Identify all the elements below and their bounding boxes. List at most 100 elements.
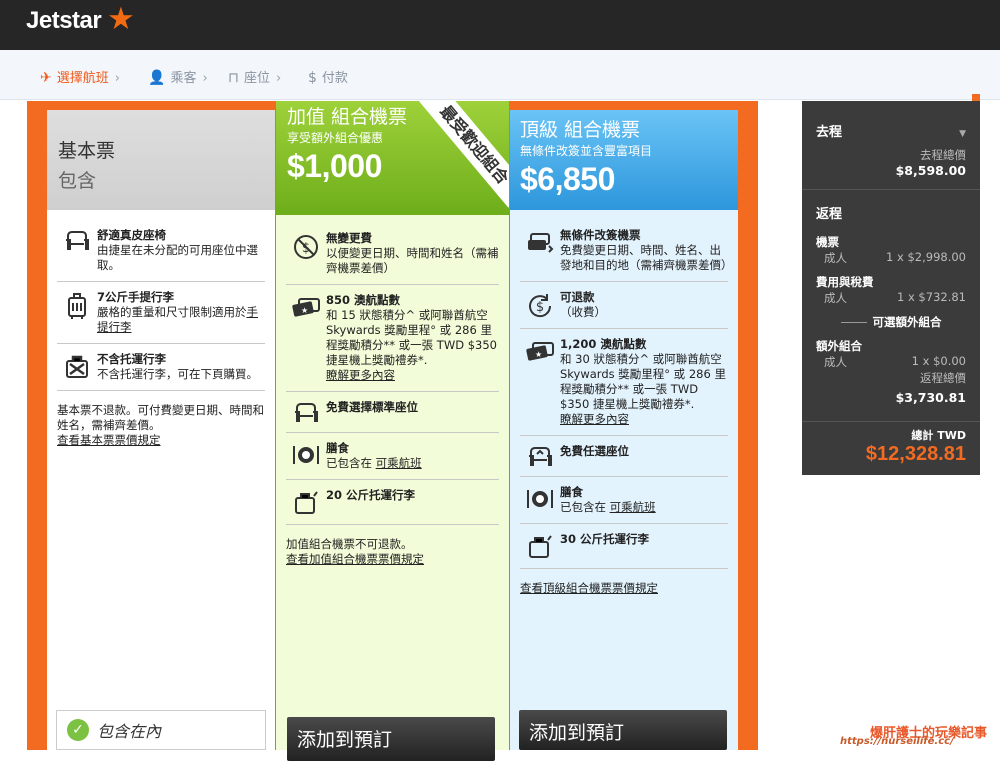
basic-header: 基本票 包含	[47, 110, 275, 210]
step-seats[interactable]: ⊓ 座位 ›	[228, 67, 281, 86]
feature-text: 和 30 狀態積分^ 或阿聯酋航空 Skywards 獎勵里程° 或 286 里…	[560, 352, 726, 411]
fare-label: 機票	[816, 235, 839, 249]
feature-item: 7公斤手提行李 嚴格的重量和尺寸限制適用於手提行李	[57, 282, 265, 344]
feature-item: ★ 1,200 澳航點數和 30 狀態積分^ 或阿聯酋航空 Skywards 獎…	[520, 329, 728, 436]
caret-down-icon[interactable]: ▼	[959, 129, 966, 139]
max-header: 頂級 組合機票 無條件改簽並含豐富項目 $6,850	[510, 110, 738, 210]
feature-title: 膳食	[326, 441, 349, 455]
price-summary-panel: 去程 ▼ 去程總價 $8,598.00 返程 機票 成人 1 x $2,998.0…	[802, 101, 980, 475]
max-title: 頂級 組合機票	[520, 119, 641, 141]
step-label: 乘客	[170, 71, 197, 86]
eligible-flights-link[interactable]: 可乘航班	[610, 500, 656, 514]
basic-note: 基本票不退款。可付費變更日期、時間和姓名，需補齊差價。 查看基本票票價規定	[57, 403, 265, 448]
airplane-icon: ✈	[40, 70, 52, 86]
feature-item: 免費選擇標準座位	[286, 392, 499, 433]
feature-item: 不含托運行李 不含托運行李，可在下頁購買。	[57, 344, 265, 391]
addons-heading: 可選額外組合	[802, 314, 980, 330]
feature-item: 無條件改簽機票 免費變更日期、時間、姓名、出發地和目的地（需補齊機票差價）	[520, 220, 733, 282]
dollar-icon: $	[308, 70, 317, 86]
seat-icon	[286, 400, 326, 424]
fare-value: 1 x $2,998.00	[886, 250, 966, 264]
max-rules-link[interactable]: 查看頂級組合機票票價規定	[520, 581, 728, 596]
top-bar: Jetstar ★	[0, 0, 1000, 50]
plus-header: 加值 組合機票 享受額外組合優惠 $1,000 最受歡迎組合	[276, 101, 509, 215]
grand-total-label: 總計 TWD	[911, 429, 966, 442]
feature-item: $ 無變更費 以便變更日期、時間和姓名（需補齊機票差價）	[286, 223, 499, 285]
max-desc: 無條件改簽並含豐富項目	[520, 144, 653, 158]
plus-note: 加值組合機票不可退款。 查看加值組合機票票價規定	[286, 537, 499, 567]
tax-label: 費用與稅費	[816, 275, 874, 289]
feature-item: 膳食 已包含在 可乘航班	[286, 433, 499, 480]
seat-icon	[57, 228, 97, 252]
basic-rules-link[interactable]: 查看基本票票價規定	[57, 433, 265, 448]
feature-title: 20 公斤托運行李	[326, 488, 416, 502]
meal-icon	[520, 485, 560, 511]
step-label: 座位	[243, 71, 270, 86]
return-total-label: 返程總價	[920, 371, 966, 385]
feature-title: 可退款	[560, 290, 595, 304]
checked-bag-icon	[520, 532, 560, 560]
addon-value: 1 x $0.00	[911, 354, 966, 368]
feature-title: 膳食	[560, 485, 583, 499]
pax-label: 成人	[824, 291, 847, 305]
feature-title: 無條件改簽機票	[560, 228, 641, 242]
return-title: 返程	[816, 207, 843, 222]
learn-more-link[interactable]: 瞭解更多內容	[560, 412, 629, 426]
plus-rules-link[interactable]: 查看加值組合機票票價規定	[286, 552, 499, 567]
feature-text: 不含托運行李，可在下頁購買。	[97, 367, 258, 381]
note-text: 加值組合機票不可退款。	[286, 537, 413, 551]
tax-row: 成人 1 x $732.81	[802, 290, 980, 306]
feature-title: 舒適真皮座椅	[97, 228, 166, 242]
feature-item: 20 公斤托運行李	[286, 480, 499, 525]
summary-accent	[972, 94, 980, 101]
feature-item: 膳食 已包含在 可乘航班	[520, 477, 728, 524]
included-badge: ✓ 包含在內	[56, 710, 266, 750]
feature-item: 免費任選座位	[520, 436, 728, 477]
jetstar-logo[interactable]: Jetstar	[26, 7, 102, 35]
svg-text:★: ★	[301, 306, 308, 315]
addon-row: 成人 1 x $0.00	[802, 354, 980, 370]
blog-watermark: 爆肝護士的玩樂記事 https://nurseilife.cc/	[800, 720, 990, 748]
step-passengers[interactable]: 👤 乘客 ›	[148, 67, 208, 86]
learn-more-link[interactable]: 瞭解更多內容	[326, 368, 395, 382]
svg-text:$: $	[536, 300, 544, 315]
outbound-title: 去程	[816, 125, 843, 140]
tax-value: 1 x $732.81	[897, 290, 966, 304]
no-fee-icon: $	[286, 231, 326, 261]
refund-icon: $	[520, 290, 560, 320]
feature-title: 30 公斤托運行李	[560, 532, 650, 546]
step-select-flight[interactable]: ✈ 選擇航班 ›	[40, 67, 120, 86]
voucher-icon: ★	[520, 337, 560, 363]
step-label: 付款	[321, 71, 348, 86]
feature-text: 和 15 狀態積分^ 或阿聯酋航空 Skywards 獎勵里程° 或 286 里…	[326, 308, 497, 367]
feature-text: 以便變更日期、時間和姓名（需補齊機票差價）	[326, 246, 499, 275]
watermark-url: https://nurseilife.cc/	[840, 736, 954, 747]
plus-title: 加值 組合機票	[287, 106, 408, 128]
feature-title: 免費任選座位	[560, 444, 629, 458]
fare-column-plus: 加值 組合機票 享受額外組合優惠 $1,000 最受歡迎組合 $ 無變更費 以便變…	[276, 101, 509, 761]
feature-item: $ 可退款 （收費）	[520, 282, 728, 329]
feature-text: 免費變更日期、時間、姓名、出發地和目的地（需補齊機票差價）	[560, 243, 733, 272]
fare-row: 成人 1 x $2,998.00	[802, 250, 980, 266]
chevron-right-icon: ›	[275, 71, 282, 86]
meal-icon	[286, 441, 326, 467]
feature-text: （收費）	[560, 305, 606, 319]
add-max-button[interactable]: 添加到預訂	[519, 710, 727, 750]
feature-text: 已包含在	[560, 500, 606, 514]
feature-item: ★ 850 澳航點數和 15 狀態積分^ 或阿聯酋航空 Skywards 獎勵里…	[286, 285, 499, 392]
eligible-flights-link[interactable]: 可乘航班	[376, 456, 422, 470]
feature-text: 已包含在	[326, 456, 372, 470]
booking-stepper: ✈ 選擇航班 › 👤 乘客 › ⊓ 座位 › $ 付款	[0, 50, 1000, 100]
feature-title: 1,200 澳航點數	[560, 337, 647, 351]
add-plus-button[interactable]: 添加到預訂	[287, 717, 495, 761]
step-payment[interactable]: $ 付款	[308, 67, 348, 86]
max-price: $6,850	[520, 161, 615, 197]
feature-title: 850 澳航點數	[326, 293, 401, 307]
chevron-right-icon: ›	[114, 71, 120, 86]
seat-icon	[520, 444, 560, 468]
outbound-total: 去程總價 $8,598.00	[802, 147, 980, 178]
note-text: 基本票不退款。可付費變更日期、時間和姓名，需補齊差價。	[57, 403, 264, 432]
logo-star-icon: ★	[107, 1, 135, 37]
outbound-section[interactable]: 去程	[802, 121, 980, 140]
step-label: 選擇航班	[56, 71, 109, 86]
